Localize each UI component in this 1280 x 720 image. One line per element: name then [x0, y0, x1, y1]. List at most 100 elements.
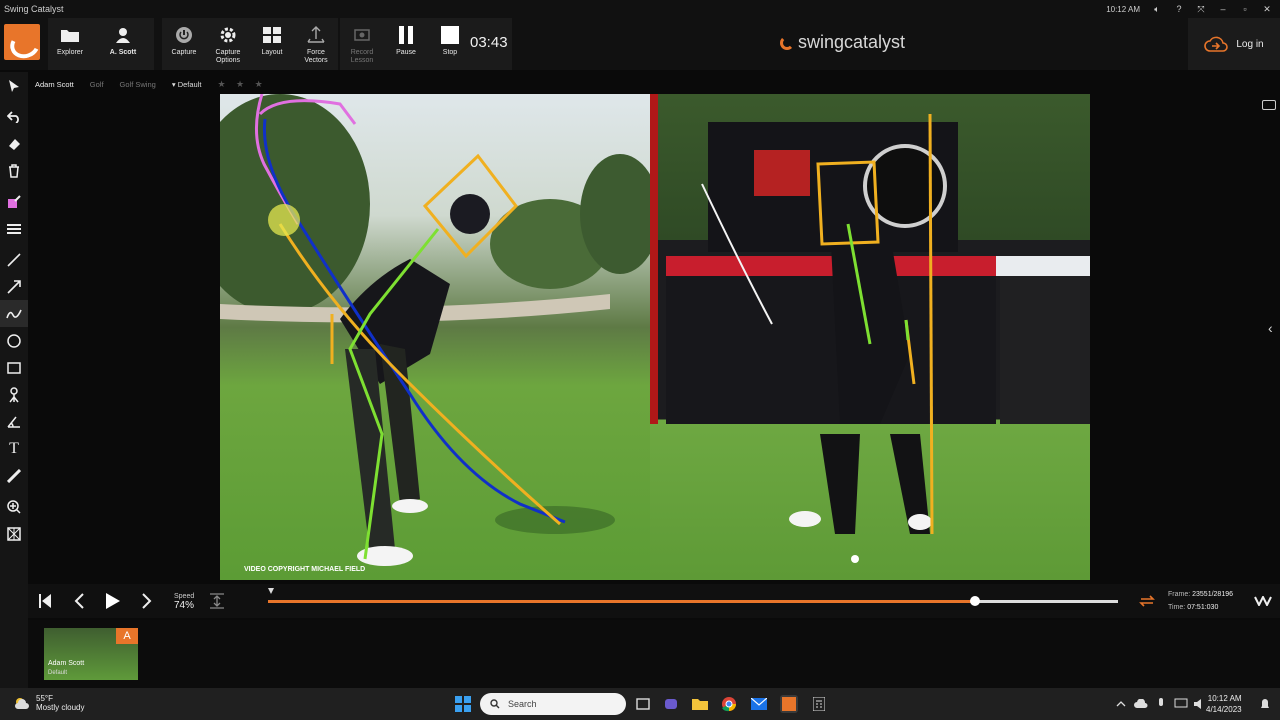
maximize-button[interactable]: ▫: [1240, 4, 1250, 14]
play-icon: [106, 593, 120, 609]
search-icon: [490, 699, 500, 709]
freehand-tool-icon[interactable]: [0, 300, 28, 327]
rating-stars[interactable]: ★ ★ ★: [217, 79, 266, 90]
color-picker-icon[interactable]: [0, 188, 28, 215]
main-toolbar: Explorer A. Scott Capture Capture Option…: [0, 18, 1280, 70]
skip-to-start-button[interactable]: [28, 586, 62, 616]
rectangle-tool-icon[interactable]: [0, 354, 28, 381]
time-value: 07:51:030: [1187, 604, 1219, 611]
trim-icon: [210, 593, 225, 609]
taskbar-time: 10:12 AM: [1207, 694, 1242, 703]
start-menu-icon[interactable]: [454, 695, 472, 713]
annotation-right-vertical-line: [928, 113, 934, 535]
file-explorer-icon[interactable]: [691, 695, 709, 713]
play-button[interactable]: [96, 586, 130, 616]
taskbar-search[interactable]: Search: [480, 693, 626, 715]
export-button[interactable]: [1246, 586, 1280, 616]
taskbar-clock[interactable]: 10:12 AM 4/14/2023: [1206, 693, 1242, 715]
login-button[interactable]: Log in: [1188, 18, 1280, 70]
force-vectors-button[interactable]: Force Vectors: [294, 18, 338, 70]
task-view-icon[interactable]: [634, 695, 652, 713]
breadcrumb-sport[interactable]: Golf: [90, 80, 104, 89]
frame-info: Frame: 23551/28196 Time: 07:51:030: [1168, 588, 1233, 614]
thumbnail-badge: A: [116, 628, 138, 644]
body-tool-icon[interactable]: [0, 381, 28, 408]
gear-icon: [217, 24, 239, 46]
layout-dropdown[interactable]: ▾ Default: [172, 80, 202, 89]
tray-chevron-up-icon[interactable]: [1112, 695, 1130, 713]
teams-icon[interactable]: [662, 695, 680, 713]
timeline-scrubber[interactable]: [268, 596, 1118, 606]
text-tool-icon[interactable]: T: [0, 435, 28, 462]
eraser-icon[interactable]: [0, 130, 28, 157]
video-viewport[interactable]: VIDEO COPYRIGHT MICHAEL FIELD: [220, 94, 1090, 580]
line-tool-icon[interactable]: [0, 246, 28, 273]
camera-snapshot-icon[interactable]: [1262, 100, 1276, 110]
club-shaft-right: [701, 183, 773, 325]
capture-button[interactable]: Capture: [162, 18, 206, 70]
force-vectors-label: Force Vectors: [304, 49, 328, 64]
calculator-icon[interactable]: [810, 695, 828, 713]
speed-control[interactable]: Speed 74%: [174, 592, 194, 611]
trash-icon[interactable]: [0, 157, 28, 184]
chrome-icon[interactable]: [720, 695, 738, 713]
cloud-sun-icon: [15, 698, 29, 709]
video-thumbnail[interactable]: A Adam Scott Default: [44, 628, 138, 680]
weather-widget[interactable]: 55°F Mostly cloudy: [14, 694, 84, 712]
annotation-blue-swingplane: [262, 118, 566, 524]
capture-options-button[interactable]: Capture Options: [206, 18, 250, 70]
annotation-overlay: [254, 94, 934, 560]
annotation-yellow-shaftplane: [278, 223, 561, 526]
undo-icon[interactable]: [0, 103, 28, 130]
trim-button[interactable]: [200, 586, 234, 616]
zoom-icon[interactable]: [0, 493, 28, 520]
stop-button[interactable]: Stop: [428, 18, 472, 70]
breadcrumb-player[interactable]: Adam Scott: [35, 80, 74, 89]
record-lesson-button[interactable]: Record Lesson: [340, 18, 384, 70]
start-marker[interactable]: [268, 588, 274, 594]
pause-label: Pause: [396, 49, 416, 56]
pause-button[interactable]: Pause: [384, 18, 428, 70]
brand-mark-icon: [780, 35, 794, 50]
capture-options-label: Capture Options: [215, 49, 241, 64]
mute-icon[interactable]: 🔈︎: [1152, 4, 1162, 15]
taskbar-date: 4/14/2023: [1206, 705, 1242, 714]
line-width-icon[interactable]: [0, 215, 28, 242]
next-frame-button[interactable]: [130, 586, 164, 616]
breadcrumb: Adam Scott Golf Golf Swing ▾ Default ★ ★…: [28, 76, 267, 92]
annotation-pink-top: [258, 99, 357, 125]
weather-temp: 55°F: [36, 694, 53, 703]
stop-label: Stop: [442, 49, 458, 56]
collapse-right-panel-icon[interactable]: ‹: [1268, 320, 1273, 336]
mail-icon[interactable]: [750, 695, 768, 713]
ruler-tool-icon[interactable]: [0, 462, 28, 489]
notifications-icon[interactable]: [1256, 695, 1274, 713]
angle-tool-icon[interactable]: [0, 408, 28, 435]
select-pointer-icon[interactable]: [0, 72, 28, 99]
onedrive-icon[interactable]: [1132, 695, 1150, 713]
fullscreen-icon[interactable]: ⤧: [1196, 4, 1206, 15]
circle-tool-icon[interactable]: [0, 327, 28, 354]
previous-frame-button[interactable]: [62, 586, 96, 616]
arrow-tool-icon[interactable]: [0, 273, 28, 300]
chevron-left-icon: [74, 593, 84, 609]
close-button[interactable]: ✕: [1262, 4, 1272, 15]
annotation-green-spine-leg: [348, 228, 440, 560]
network-icon[interactable]: [1172, 695, 1190, 713]
help-button[interactable]: ?: [1174, 4, 1184, 14]
thumbnail-name: Adam Scott: [48, 660, 85, 667]
grid-overlay-icon[interactable]: [0, 520, 28, 547]
stop-icon: [439, 24, 461, 46]
layout-button[interactable]: Layout: [250, 18, 294, 70]
recording-timer: 03:43: [470, 34, 508, 51]
explorer-button[interactable]: Explorer: [48, 18, 92, 70]
microphone-icon[interactable]: [1152, 695, 1170, 713]
timeline-handle[interactable]: [970, 596, 981, 606]
minimize-button[interactable]: –: [1218, 4, 1228, 14]
video-thumbnail-strip: A Adam Scott Default: [28, 620, 1280, 688]
app-logo-icon[interactable]: [4, 24, 40, 60]
user-button[interactable]: A. Scott: [92, 18, 154, 70]
breadcrumb-category[interactable]: Golf Swing: [120, 80, 156, 89]
swing-catalyst-taskbar-icon[interactable]: [780, 695, 798, 713]
loop-button[interactable]: [1130, 586, 1164, 616]
